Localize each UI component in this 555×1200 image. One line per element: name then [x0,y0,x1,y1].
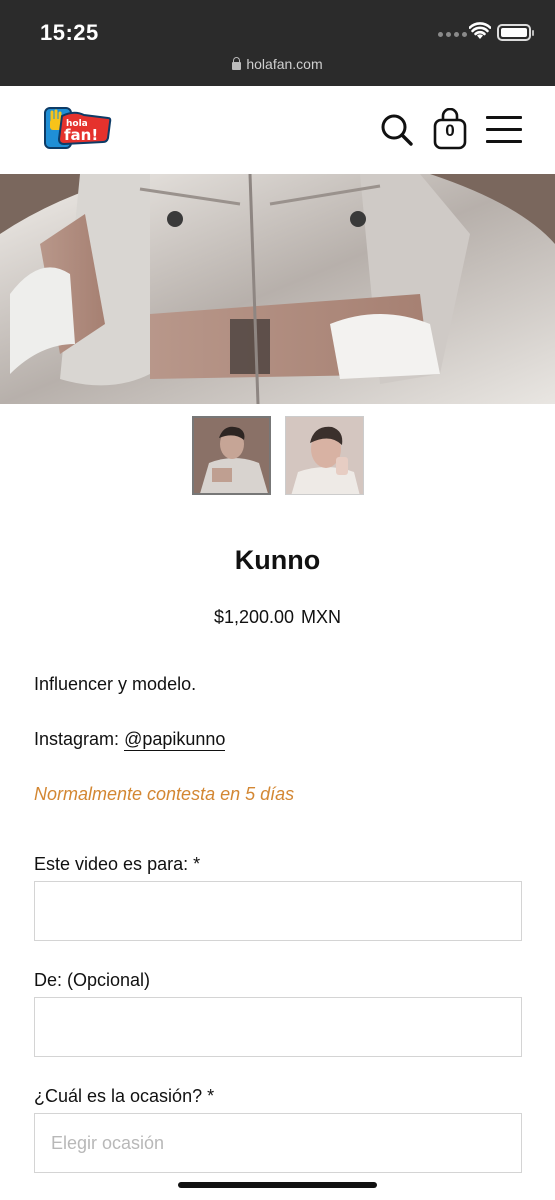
search-icon[interactable] [380,113,414,147]
cellular-signal-icon [438,32,467,37]
instagram-line: Instagram: @papikunno [34,729,226,751]
clock: 15:25 [40,20,99,45]
address-bar[interactable]: holafan.com [0,56,555,72]
wifi-icon [469,22,491,39]
product-hero-image[interactable] [0,174,555,404]
status-bar: 15:25 holafan.com [0,0,555,86]
video-for-label: Este video es para: * [34,854,201,874]
cart-count: 0 [445,121,455,140]
jacket-photo [0,174,555,404]
product-title: Kunno [234,545,321,575]
battery-icon [497,24,534,41]
video-for-input[interactable] [34,881,522,941]
svg-text:fan!: fan! [64,126,98,144]
price-currency: MXN [301,607,342,627]
thumbnail-2-image [285,417,363,494]
price-amount: $1,200.00 [213,607,295,627]
product-description: Influencer y modelo. [34,674,197,694]
occasion-label: ¿Cuál es la ocasión? * [34,1086,215,1106]
occasion-select[interactable] [34,1113,522,1173]
instagram-label: Instagram: [34,729,120,749]
holafan-logo[interactable]: hola fan! [44,106,112,150]
thumbnail-strip [0,416,555,495]
site-header: hola fan! 0 [0,86,555,174]
thumbnail-1-image [193,418,269,493]
lock-icon [232,57,242,70]
thumbnail-1[interactable] [191,416,271,495]
response-time-note: Normalmente contesta en 5 días [34,784,295,804]
instagram-link[interactable]: @papikunno [124,729,226,751]
home-indicator[interactable] [178,1182,377,1188]
cart-button[interactable]: 0 [432,107,468,150]
thumbnail-2[interactable] [284,416,364,495]
product-price: $1,200.00 MXN [0,607,555,628]
from-input[interactable] [34,997,522,1057]
hamburger-menu-icon[interactable] [486,116,522,146]
url-text[interactable]: holafan.com [246,56,322,72]
from-label: De: (Opcional) [34,970,151,990]
